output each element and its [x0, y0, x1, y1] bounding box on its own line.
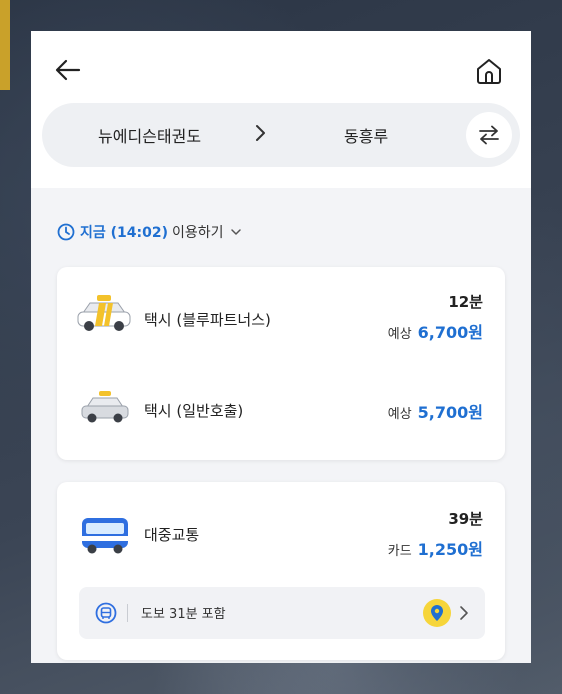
taxi-option-time: 12분	[448, 293, 483, 311]
route-panel: 뉴에디슨태권도 동흥루 지금 (14:02) 이용하기 택시 (블루파트너스) …	[31, 31, 531, 663]
taxi-options-card: 택시 (블루파트너스) 12분 예상 6,700원 택시 (일반호출) 예상 5…	[57, 267, 505, 460]
blue-taxi-icon	[77, 295, 131, 331]
transit-time: 39분	[448, 510, 483, 528]
taxi-option-normal[interactable]: 택시 (일반호출) 예상 5,700원	[57, 380, 505, 440]
back-arrow-icon	[55, 59, 81, 81]
home-icon	[477, 59, 501, 84]
taxi-option-fare: 예상 5,700원	[388, 399, 483, 423]
walk-info-bar[interactable]: 도보 31분 포함	[79, 587, 485, 639]
home-button[interactable]	[471, 53, 507, 89]
background-stripe	[0, 0, 10, 90]
fare-value: 6,700원	[417, 323, 483, 342]
route-origin[interactable]: 뉴에디슨태권도	[98, 123, 201, 147]
taxi-option-fare: 예상 6,700원	[388, 319, 483, 343]
chevron-right-icon	[460, 606, 468, 620]
back-button[interactable]	[51, 53, 85, 87]
chevron-down-icon	[230, 229, 241, 235]
swap-route-button[interactable]	[466, 112, 512, 158]
departure-time-label: 지금 (14:02)	[80, 225, 168, 241]
header: 뉴에디슨태권도 동흥루	[31, 31, 531, 188]
walk-time-label: 도보 31분 포함	[141, 607, 226, 622]
route-chevron-right-icon	[256, 125, 265, 141]
transit-fare: 카드 1,250원	[388, 536, 483, 560]
departure-time-selector[interactable]: 지금 (14:02) 이용하기	[57, 221, 242, 243]
walk-divider	[127, 604, 128, 622]
departure-suffix: 이용하기	[172, 225, 224, 241]
taxi-option-blue[interactable]: 택시 (블루파트너스) 12분 예상 6,700원	[57, 287, 505, 367]
fare-prefix: 카드	[387, 544, 412, 559]
clock-icon	[57, 223, 75, 241]
transit-label: 대중교통	[144, 526, 200, 544]
route-bar[interactable]: 뉴에디슨태권도 동흥루	[42, 103, 520, 167]
taxi-icon	[81, 391, 129, 423]
fare-prefix: 예상	[387, 327, 412, 342]
route-destination[interactable]: 동흥루	[344, 123, 388, 147]
transit-card: 대중교통 39분 카드 1,250원 도보 31분 포함	[57, 482, 505, 660]
fare-value: 5,700원	[417, 403, 483, 422]
transit-option[interactable]: 대중교통 39분 카드 1,250원	[57, 504, 505, 574]
bus-icon	[82, 518, 128, 554]
fare-prefix: 예상	[387, 407, 412, 422]
taxi-option-label: 택시 (일반호출)	[144, 402, 244, 420]
bus-circle-icon	[95, 602, 117, 624]
fare-value: 1,250원	[417, 540, 483, 559]
map-pin-button[interactable]	[423, 599, 451, 627]
swap-icon	[479, 125, 499, 145]
map-pin-icon	[431, 605, 443, 621]
taxi-option-label: 택시 (블루파트너스)	[144, 311, 271, 329]
